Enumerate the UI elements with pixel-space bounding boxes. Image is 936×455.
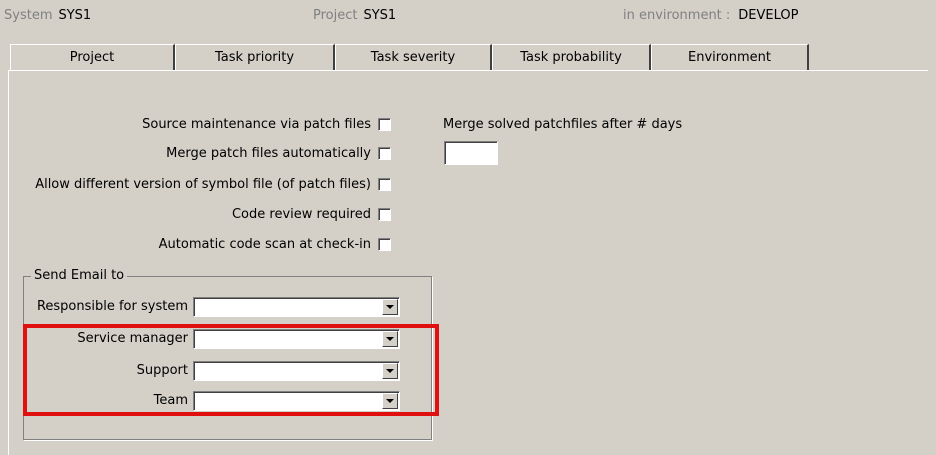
tab-label: Task probability [520,50,622,65]
merge-patch-checkbox[interactable] [378,147,391,160]
tab-label: Project [69,50,115,65]
responsible-label: Responsible for system [36,299,188,314]
responsible-combo[interactable] [193,297,400,317]
option-label-symbol-version: Allow different version of symbol file (… [35,177,371,192]
system-header: System SYS1 [4,8,91,23]
environment-value: DEVELOP [738,8,799,23]
chevron-down-icon[interactable] [382,299,398,315]
system-value: SYS1 [58,8,92,23]
option-label-code-scan: Automatic code scan at check-in [158,237,371,252]
send-email-group-title: Send Email to [31,268,128,283]
code-scan-checkbox[interactable] [378,238,391,251]
tab-label: Environment [687,50,771,65]
project-label: Project [313,8,358,23]
merge-days-label: Merge solved patchfiles after # days [443,117,683,132]
project-header: Project SYS1 [313,8,396,23]
environment-label: in environment : [623,8,731,23]
option-label-merge-patch: Merge patch files automatically [166,146,371,161]
source-maintenance-checkbox[interactable] [378,118,391,131]
tab-environment[interactable]: Environment [651,44,809,70]
option-label-source-maintenance: Source maintenance via patch files [142,117,371,132]
symbol-version-checkbox[interactable] [378,178,391,191]
environment-header: in environment : DEVELOP [623,8,798,23]
project-value: SYS1 [363,8,397,23]
merge-days-input[interactable] [444,141,498,165]
code-review-checkbox[interactable] [378,208,391,221]
tab-label: Task priority [214,50,295,65]
tab-task-severity[interactable]: Task severity [335,44,492,70]
tab-label: Task severity [370,50,456,65]
tab-project[interactable]: Project [10,44,175,70]
option-label-code-review: Code review required [231,207,371,222]
highlight-box [23,324,439,416]
system-label: System [4,8,53,23]
tab-task-priority[interactable]: Task priority [175,44,335,70]
tab-task-probability[interactable]: Task probability [492,44,651,70]
